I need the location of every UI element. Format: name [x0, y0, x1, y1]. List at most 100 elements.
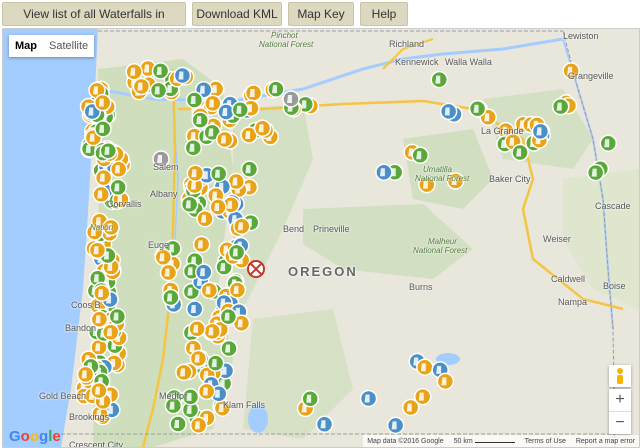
waterfall-marker-icon[interactable] — [359, 389, 378, 408]
waterfall-marker-icon[interactable] — [197, 382, 216, 401]
waterfall-marker-icon[interactable] — [253, 119, 272, 138]
waterfall-marker-icon[interactable] — [109, 178, 127, 197]
city-label: Coos B — [71, 300, 101, 310]
city-label: Crescent City — [69, 440, 124, 448]
waterfall-map[interactable]: Map Satellite Richland Kennewick Walla W… — [2, 28, 640, 448]
waterfall-marker-icon[interactable] — [151, 62, 170, 80]
waterfall-marker-icon[interactable] — [180, 195, 199, 214]
waterfall-marker-icon[interactable] — [599, 134, 618, 152]
map-type-satellite-button[interactable]: Satellite — [43, 35, 94, 57]
waterfall-marker-icon[interactable] — [215, 130, 234, 149]
closed-waterfall-marker-icon[interactable] — [247, 260, 265, 278]
city-label: Weiser — [543, 234, 571, 244]
city-label: Bandon — [65, 323, 97, 333]
waterfall-marker-icon[interactable] — [209, 198, 227, 216]
download-kml-button[interactable]: Download KML — [192, 2, 282, 26]
waterfall-marker-icon[interactable] — [94, 168, 113, 187]
city-label: Kennewick — [395, 57, 439, 67]
waterfall-marker-icon[interactable] — [125, 63, 143, 81]
waterfall-marker-icon[interactable] — [90, 381, 108, 400]
waterfall-marker-icon[interactable] — [219, 307, 238, 326]
state-label: OREGON — [288, 264, 358, 279]
waterfall-marker-icon[interactable] — [132, 77, 151, 96]
report-error-link[interactable]: Report a map error — [576, 438, 635, 445]
waterfall-marker-icon[interactable] — [175, 363, 193, 382]
terms-link[interactable]: Terms of Use — [525, 438, 566, 445]
waterfall-marker-icon[interactable] — [233, 217, 251, 235]
waterfall-marker-icon[interactable] — [154, 248, 173, 266]
city-label: La Grande — [481, 126, 524, 136]
forest-label: Nation — [90, 223, 114, 232]
waterfall-marker-icon[interactable] — [430, 70, 449, 89]
waterfall-marker-icon[interactable] — [162, 288, 180, 307]
waterfall-marker-icon[interactable] — [93, 93, 112, 112]
waterfall-marker-icon[interactable] — [169, 415, 187, 433]
waterfall-marker-icon[interactable] — [411, 146, 429, 164]
waterfall-marker-icon[interactable] — [186, 164, 205, 182]
waterfall-marker-icon[interactable] — [76, 365, 95, 384]
waterfall-marker-icon[interactable] — [195, 263, 213, 281]
city-label: Boise — [603, 281, 626, 291]
city-label: Klam Falls — [223, 400, 266, 410]
city-label: Walla Walla — [445, 57, 492, 67]
waterfall-marker-icon[interactable] — [231, 100, 249, 119]
forest-label: Umatilla — [423, 165, 452, 174]
help-button[interactable]: Help — [360, 2, 408, 26]
waterfall-marker-icon[interactable] — [439, 102, 458, 121]
waterfall-marker-icon[interactable] — [108, 307, 127, 326]
waterfall-marker-icon[interactable] — [109, 160, 128, 179]
waterfall-marker-icon[interactable] — [188, 319, 206, 338]
waterfall-marker-icon[interactable] — [220, 339, 238, 358]
map-footer: Map data ©2016 Google 50 km Terms of Use… — [363, 435, 639, 447]
waterfall-marker-icon[interactable] — [301, 389, 319, 408]
waterfall-marker-icon[interactable] — [531, 122, 550, 141]
map-data-attribution: Map data ©2016 Google — [367, 437, 444, 445]
waterfall-marker-icon[interactable] — [173, 66, 192, 85]
waterfall-marker-icon[interactable] — [227, 243, 246, 262]
waterfall-marker-icon[interactable] — [204, 94, 222, 113]
waterfall-marker-icon[interactable] — [315, 415, 334, 433]
waterfall-marker-icon[interactable] — [101, 323, 120, 341]
view-list-button[interactable]: View list of all Waterfalls in Oregon — [2, 2, 186, 43]
waterfall-marker-icon[interactable] — [282, 90, 300, 108]
waterfall-marker-icon[interactable] — [240, 160, 259, 178]
waterfall-marker-icon[interactable] — [551, 97, 570, 116]
waterfall-marker-icon[interactable] — [416, 358, 434, 376]
zoom-in-button[interactable]: + — [609, 389, 631, 411]
waterfall-marker-icon[interactable] — [511, 143, 529, 162]
waterfall-marker-icon[interactable] — [209, 164, 228, 183]
waterfall-marker-icon[interactable] — [196, 209, 214, 228]
waterfall-marker-icon[interactable] — [189, 349, 208, 368]
waterfall-marker-icon[interactable] — [191, 111, 209, 129]
waterfall-marker-icon[interactable] — [468, 99, 487, 118]
pegman-icon[interactable] — [609, 365, 631, 387]
waterfall-marker-icon[interactable] — [185, 300, 204, 318]
city-label: Brookings — [69, 412, 110, 422]
waterfall-marker-icon[interactable] — [267, 80, 285, 98]
waterfall-marker-icon[interactable] — [88, 241, 107, 259]
waterfall-marker-icon[interactable] — [192, 235, 211, 254]
city-label: Salem — [153, 162, 179, 172]
waterfall-marker-icon[interactable] — [401, 398, 420, 417]
waterfall-marker-icon[interactable] — [203, 322, 222, 341]
map-type-map-button[interactable]: Map — [9, 35, 43, 57]
city-label: Richland — [389, 39, 425, 49]
waterfall-marker-icon[interactable] — [436, 372, 455, 391]
waterfall-marker-icon[interactable] — [200, 281, 219, 300]
waterfall-marker-icon[interactable] — [185, 91, 204, 109]
waterfall-marker-icon[interactable] — [586, 163, 605, 182]
waterfall-marker-icon[interactable] — [99, 142, 118, 160]
waterfall-marker-icon[interactable] — [93, 284, 111, 302]
waterfall-marker-icon[interactable] — [386, 416, 405, 435]
waterfall-marker-icon[interactable] — [206, 354, 225, 372]
waterfall-marker-icon[interactable] — [244, 84, 263, 102]
waterfall-marker-icon[interactable] — [149, 81, 168, 100]
map-key-button[interactable]: Map Key — [288, 2, 354, 26]
waterfall-marker-icon[interactable] — [94, 120, 112, 138]
waterfall-marker-icon[interactable] — [159, 263, 178, 282]
waterfall-marker-icon[interactable] — [228, 281, 247, 299]
waterfall-marker-icon[interactable] — [375, 163, 393, 182]
zoom-out-button[interactable]: − — [609, 411, 631, 434]
waterfall-marker-icon[interactable] — [189, 416, 208, 434]
waterfall-marker-icon[interactable] — [184, 138, 203, 157]
